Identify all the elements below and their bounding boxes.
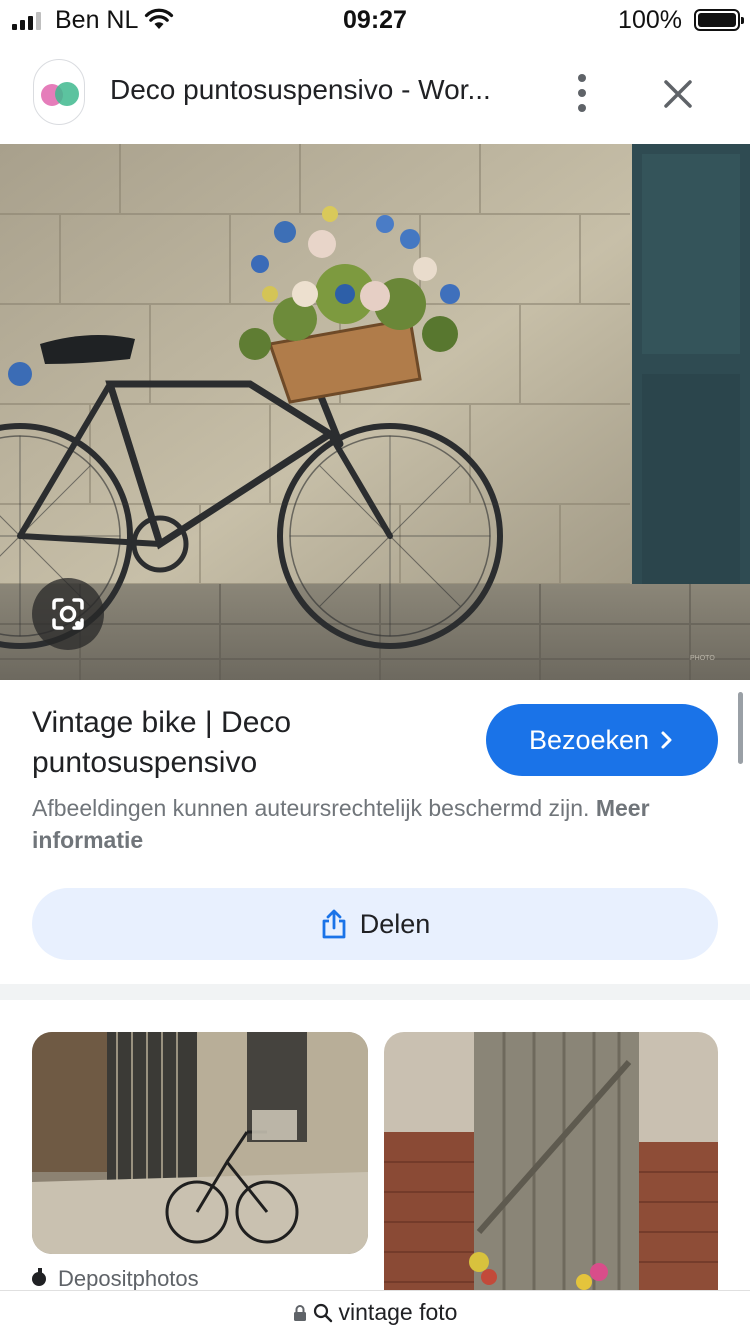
source-name: Depositphotos: [58, 1266, 199, 1291]
site-favicon: [33, 59, 85, 125]
section-divider: [0, 984, 750, 1000]
lens-icon[interactable]: [32, 578, 104, 650]
visit-button[interactable]: Bezoeken: [486, 704, 718, 776]
url-text: vintage foto: [338, 1299, 458, 1325]
source-favicon: [32, 1268, 46, 1286]
bicycle-photo: PHOTO: [0, 144, 750, 680]
status-bar: Ben NL 09:27 100%: [0, 0, 750, 40]
share-button[interactable]: Delen: [32, 888, 718, 960]
share-button-label: Delen: [359, 908, 431, 939]
related-image[interactable]: [32, 1032, 368, 1254]
chevron-right-icon: [661, 731, 672, 749]
result-title: Vintage bike | Deco puntosuspensivo: [32, 706, 292, 779]
battery-icon: [694, 9, 744, 31]
copyright-text: Afbeeldingen kunnen auteursrechtelijk be…: [32, 795, 590, 821]
more-vert-icon[interactable]: [570, 74, 594, 112]
share-icon: [322, 909, 346, 939]
page-title[interactable]: Deco puntosuspensivo - Wor...: [110, 74, 530, 106]
search-icon: [313, 1303, 332, 1322]
related-source[interactable]: Depositphotos: [32, 1266, 199, 1292]
close-icon[interactable]: [660, 76, 696, 112]
scrollbar[interactable]: [738, 692, 743, 764]
url-bar[interactable]: vintage foto: [0, 1290, 750, 1334]
lock-icon: [293, 1304, 306, 1321]
copyright-notice: Afbeeldingen kunnen auteursrechtelijk be…: [32, 792, 718, 856]
battery-percentage: 100%: [618, 6, 682, 34]
viewer-header: Deco puntosuspensivo - Wor...: [0, 40, 750, 144]
related-image[interactable]: [384, 1032, 718, 1312]
hero-image[interactable]: PHOTO: [0, 144, 750, 680]
visit-button-label: Bezoeken: [528, 724, 650, 755]
svg-text:PHOTO: PHOTO: [690, 655, 715, 662]
